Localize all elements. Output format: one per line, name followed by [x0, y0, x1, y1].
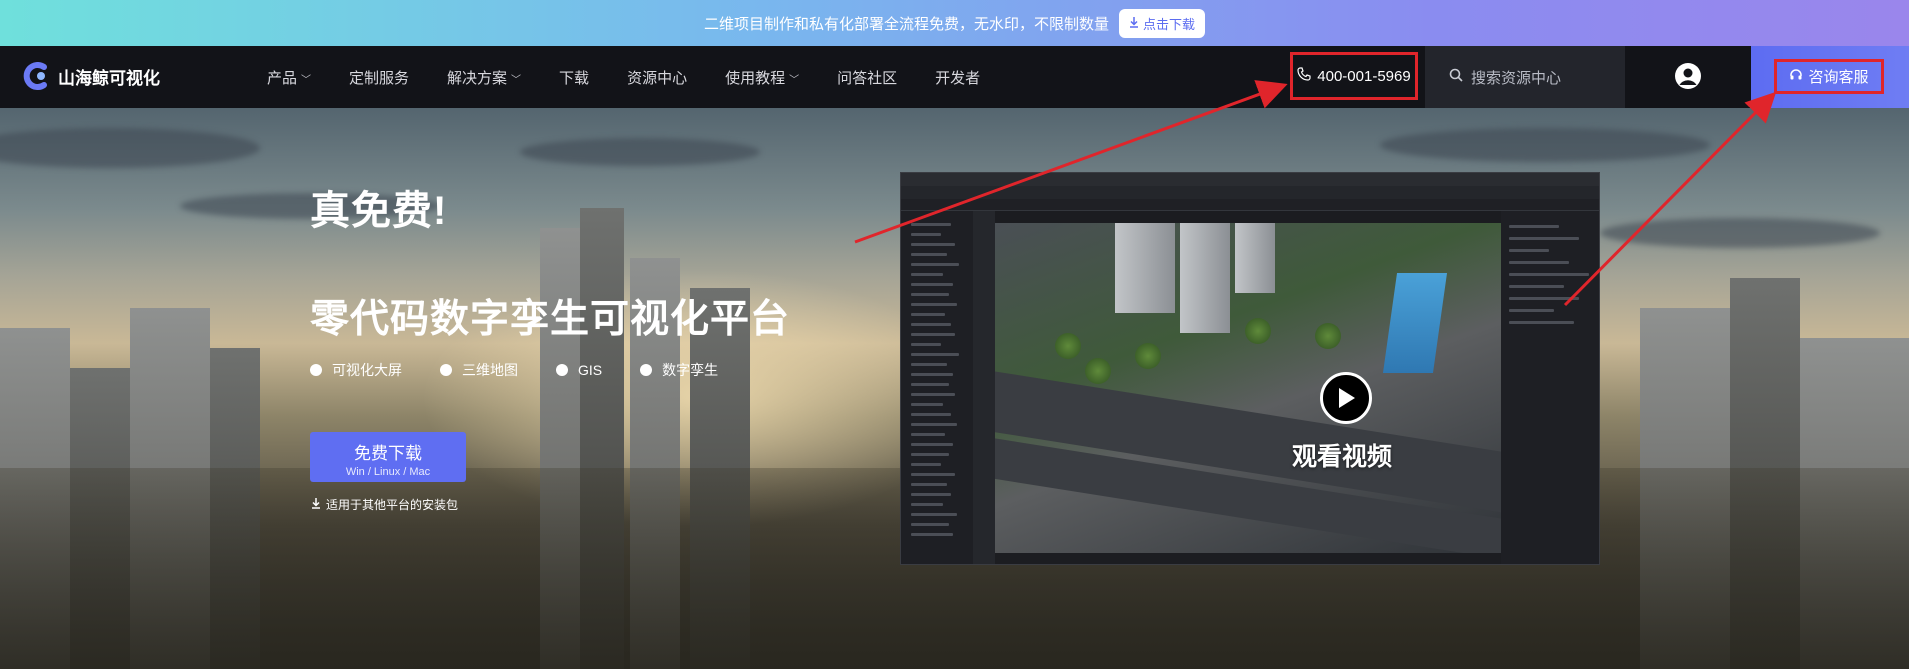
feature-item: 三维地图 — [440, 360, 518, 380]
app-toolbar — [901, 199, 1599, 211]
nav-item-download[interactable]: 下载 — [540, 67, 608, 88]
scene-palm — [1315, 323, 1341, 349]
chevron-down-icon: ﹀ — [511, 74, 522, 86]
bullet-icon — [640, 364, 653, 376]
other-platforms-label: 适用于其他平台的安装包 — [326, 498, 459, 512]
feature-label: 可视化大屏 — [332, 362, 402, 378]
headset-icon — [1789, 68, 1803, 86]
app-layer-panel — [901, 211, 973, 564]
promo-download-label: 点击下载 — [1143, 16, 1196, 32]
hero-cloud — [0, 128, 260, 168]
app-properties-panel — [1501, 211, 1599, 564]
nav-item-label: 产品 — [267, 69, 298, 87]
search-placeholder: 搜索资源中心 — [1471, 69, 1562, 87]
nav-item-label: 解决方案 — [447, 69, 508, 87]
promo-banner: 二维项目制作和私有化部署全流程免费，无水印，不限制数量 点击下载 — [0, 0, 1909, 46]
feature-item: 数字孪生 — [640, 360, 718, 380]
brand-name: 山海鲸可视化 — [58, 68, 160, 88]
hero-cloud — [520, 138, 760, 166]
hero-cloud — [1600, 218, 1880, 248]
app-titlebar — [901, 173, 1599, 186]
nav-item-custom-service[interactable]: 定制服务 — [330, 67, 428, 88]
hero-cloud — [1380, 128, 1710, 162]
nav-item-product[interactable]: 产品 ﹀ — [248, 67, 330, 88]
promo-download-button[interactable]: 点击下载 — [1119, 8, 1206, 38]
bullet-icon — [556, 364, 568, 376]
scene-tower — [1180, 223, 1230, 333]
scene-palm — [1085, 358, 1111, 384]
bullet-icon — [440, 364, 452, 376]
scene-pool — [1382, 273, 1448, 373]
scene-palm — [1135, 343, 1161, 369]
nav-item-solutions[interactable]: 解决方案 ﹀ — [428, 67, 540, 88]
chevron-down-icon: ﹀ — [789, 74, 800, 86]
nav-item-label: 下载 — [559, 69, 590, 87]
scene-tower — [1235, 223, 1275, 293]
search-box[interactable]: 搜索资源中心 — [1425, 46, 1625, 108]
nav-item-label: 使用教程 — [725, 69, 786, 87]
nav-item-developer[interactable]: 开发者 — [916, 67, 999, 88]
free-download-button[interactable]: 免费下载 Win / Linux / Mac — [310, 432, 466, 482]
feature-label: GIS — [578, 362, 603, 378]
download-icon — [1129, 16, 1139, 31]
chevron-down-icon: ﹀ — [301, 74, 312, 86]
download-button-label: 免费下载 — [354, 444, 422, 463]
nav-item-tutorials[interactable]: 使用教程 ﹀ — [706, 67, 818, 88]
brand-logo[interactable]: 山海鲸可视化 — [22, 62, 160, 90]
nav-item-label: 问答社区 — [837, 69, 898, 87]
download-icon — [311, 497, 321, 512]
download-platforms: Win / Linux / Mac — [345, 466, 431, 478]
other-platforms-link[interactable]: 适用于其他平台的安装包 — [311, 496, 458, 513]
scene-palm — [1245, 318, 1271, 344]
user-avatar-icon[interactable] — [1675, 63, 1701, 89]
feature-label: 三维地图 — [462, 362, 518, 378]
promo-text: 二维项目制作和私有化部署全流程免费，无水印，不限制数量 — [703, 15, 1109, 33]
feature-item: 可视化大屏 — [310, 360, 402, 380]
app-statusbar — [995, 553, 1501, 564]
feature-list: 可视化大屏 三维地图 GIS 数字孪生 — [310, 360, 718, 380]
app-3d-viewport: 观看视频 — [995, 223, 1501, 553]
scene-tower — [1115, 223, 1175, 313]
nav-menu: 产品 ﹀ 定制服务 解决方案 ﹀ 下载 资源中心 使用教程 ﹀ 问答社区 开发者 — [248, 46, 999, 108]
product-video-preview[interactable]: 观看视频 — [900, 172, 1600, 565]
nav-item-label: 资源中心 — [627, 69, 688, 87]
feature-label: 数字孪生 — [662, 362, 719, 378]
nav-item-label: 开发者 — [935, 69, 981, 87]
play-icon[interactable] — [1320, 372, 1372, 424]
nav-item-resources[interactable]: 资源中心 — [608, 67, 706, 88]
watch-video-label: 观看视频 — [1292, 443, 1393, 471]
phone-icon — [1297, 67, 1311, 85]
feature-item: GIS — [556, 360, 602, 380]
phone-contact[interactable]: 400-001-5969 — [1290, 52, 1418, 100]
bullet-icon — [310, 364, 322, 376]
logo-mark-icon — [22, 62, 50, 90]
app-urlbar — [901, 186, 1599, 199]
consult-button[interactable]: 咨询客服 — [1774, 59, 1884, 94]
search-icon — [1449, 68, 1463, 86]
scene-palm — [1055, 333, 1081, 359]
hero-headline: 真免费! — [310, 189, 448, 233]
nav-item-label: 定制服务 — [349, 69, 410, 87]
app-icon-rail — [973, 211, 995, 564]
consult-label: 咨询客服 — [1808, 69, 1869, 86]
nav-item-community[interactable]: 问答社区 — [818, 67, 916, 88]
phone-number: 400-001-5969 — [1317, 67, 1411, 85]
hero-subheadline: 零代码数字孪生可视化平台 — [310, 298, 791, 341]
